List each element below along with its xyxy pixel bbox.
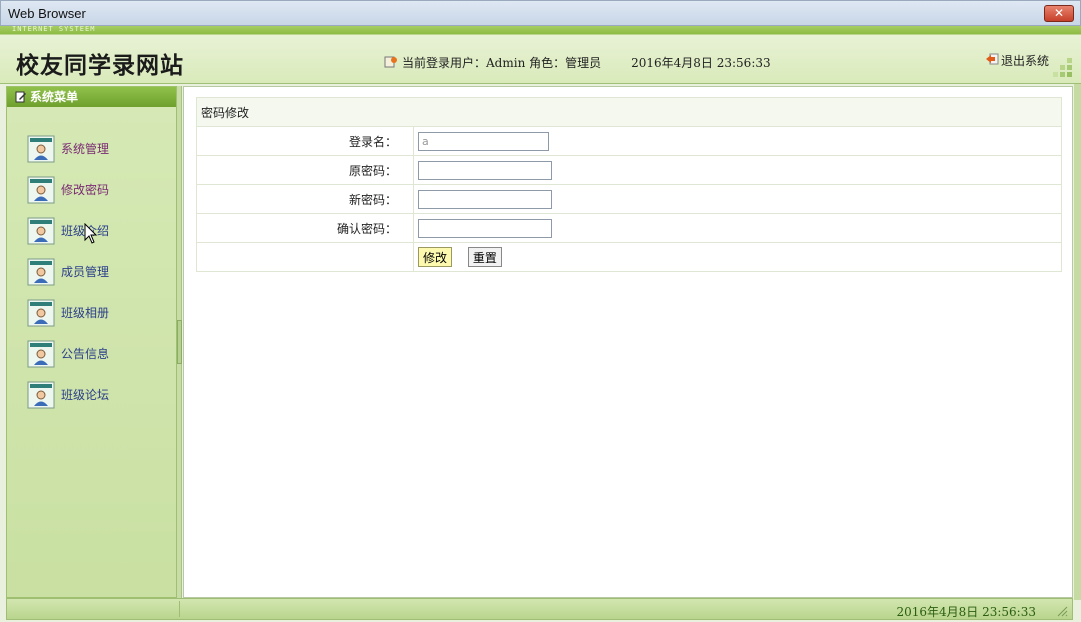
- sidebar: 系统菜单 系统管理 修改密码 班级介绍 成员管理 班级相册 公告信息 班级论: [6, 86, 177, 598]
- header-strip: INTERNET SYSTEEM: [0, 25, 1081, 34]
- user-card-icon: [27, 258, 55, 285]
- sidebar-item-label: 成员管理: [61, 265, 110, 279]
- header-dots-icon: [1053, 58, 1072, 77]
- form-row-new-password: 新密码：: [196, 184, 1062, 214]
- form-caption-row: 密码修改: [196, 97, 1062, 127]
- sidebar-item-label: 系统管理: [61, 142, 110, 156]
- current-user-label: 当前登录用户：Admin 角色：管理员: [402, 56, 602, 70]
- login-name-label: 登录名：: [196, 126, 414, 156]
- logout-label: 退出系统: [1000, 54, 1049, 68]
- new-password-label: 新密码：: [196, 184, 414, 214]
- sidebar-item-system-management[interactable]: 系统管理: [27, 128, 176, 169]
- site-title: 校友同学录网站: [16, 52, 184, 79]
- sidebar-item-class-album[interactable]: 班级相册: [27, 292, 176, 333]
- user-info-icon: [384, 56, 397, 68]
- status-separator: [179, 601, 180, 617]
- old-password-input[interactable]: [418, 160, 552, 180]
- page-header: INTERNET SYSTEEM 校友同学录网站 当前登录用户：Admin 角色…: [0, 25, 1081, 84]
- form-row-confirm-password: 确认密码：: [196, 213, 1062, 243]
- window-title: Web Browser: [8, 6, 86, 21]
- resize-grip-icon[interactable]: [1056, 605, 1068, 617]
- main-content: 密码修改 登录名： 原密码： 新密码： 确认密码： 修改 重置: [183, 86, 1073, 598]
- sidebar-item-class-forum[interactable]: 班级论坛: [27, 374, 176, 415]
- edit-icon: [15, 91, 26, 103]
- sidebar-item-label: 班级相册: [61, 306, 110, 320]
- sidebar-menu: 系统管理 修改密码 班级介绍 成员管理 班级相册 公告信息 班级论坛: [7, 128, 176, 415]
- sidebar-item-class-intro[interactable]: 班级介绍: [27, 210, 176, 251]
- mouse-cursor-icon: [84, 223, 98, 244]
- close-icon: ✕: [1053, 6, 1065, 20]
- user-info: 当前登录用户：Admin 角色：管理员 2016年4月8日 23:56:33: [384, 54, 771, 71]
- sidebar-splitter[interactable]: [177, 86, 182, 598]
- sidebar-item-member-management[interactable]: 成员管理: [27, 251, 176, 292]
- old-password-label: 原密码：: [196, 155, 414, 185]
- window-titlebar: Web Browser ✕: [0, 0, 1081, 26]
- logout-link[interactable]: 退出系统: [985, 52, 1049, 69]
- sidebar-header: 系统菜单: [7, 87, 176, 107]
- sidebar-item-label: 公告信息: [61, 347, 110, 361]
- sidebar-item-label: 班级论坛: [61, 388, 110, 402]
- header-tagline: INTERNET SYSTEEM: [12, 25, 96, 33]
- user-card-icon: [27, 340, 55, 367]
- login-name-input[interactable]: [418, 131, 549, 151]
- submit-button[interactable]: 修改: [418, 247, 453, 267]
- confirm-password-label: 确认密码：: [196, 213, 414, 243]
- password-form: 密码修改 登录名： 原密码： 新密码： 确认密码： 修改 重置: [196, 97, 1062, 272]
- footer-datetime: 2016年4月8日 23:56:33: [896, 605, 1036, 619]
- user-card-icon: [27, 135, 55, 162]
- user-card-icon: [27, 217, 55, 244]
- right-scroll-edge: [1074, 84, 1081, 600]
- form-row-actions: 修改 重置: [196, 242, 1062, 272]
- form-row-old-password: 原密码：: [196, 155, 1062, 185]
- actions-spacer: [196, 242, 414, 272]
- reset-button[interactable]: 重置: [467, 247, 502, 267]
- confirm-password-input[interactable]: [418, 218, 552, 238]
- new-password-input[interactable]: [418, 189, 552, 209]
- sidebar-item-announcements[interactable]: 公告信息: [27, 333, 176, 374]
- sidebar-item-change-password[interactable]: 修改密码: [27, 169, 176, 210]
- header-datetime: 2016年4月8日 23:56:33: [631, 56, 771, 70]
- user-card-icon: [27, 299, 55, 326]
- logout-arrow-icon: [985, 53, 999, 65]
- sidebar-item-label: 修改密码: [61, 183, 110, 197]
- form-caption: 密码修改: [196, 97, 1062, 127]
- splitter-grip[interactable]: [177, 320, 182, 364]
- user-card-icon: [27, 381, 55, 408]
- form-row-login: 登录名：: [196, 126, 1062, 156]
- sidebar-title: 系统菜单: [30, 90, 79, 104]
- close-button[interactable]: ✕: [1044, 5, 1074, 22]
- status-bar: 2016年4月8日 23:56:33: [6, 598, 1073, 620]
- user-card-icon: [27, 176, 55, 203]
